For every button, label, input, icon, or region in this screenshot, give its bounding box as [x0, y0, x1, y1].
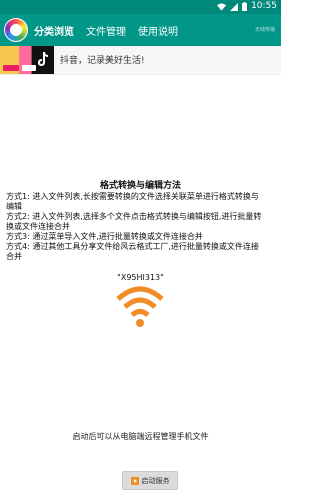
instruction-line: 方式3: 通过菜单导入文件,进行批量转换或文件连接合并	[6, 232, 203, 241]
status-icons	[217, 2, 247, 11]
battery-icon	[242, 2, 247, 11]
ad-badge-secondary	[22, 65, 36, 71]
wifi-icon	[217, 2, 226, 11]
ad-thumbnail[interactable]	[0, 46, 54, 74]
device-id-label: "X95HI313"	[117, 273, 164, 282]
signal-icon	[230, 2, 238, 11]
ad-banner[interactable]: 抖音，记录美好生活!	[0, 46, 281, 75]
instruction-line: 方式4: 通过其他工具分享文件给风云格式工厂,进行批量转换或文件连接	[6, 242, 259, 251]
instructions-title: 格式转换与编辑方法	[99, 181, 181, 191]
wifi-signal-icon	[116, 286, 164, 327]
tiktok-logo-icon	[38, 52, 48, 66]
tab-file-manager[interactable]: 文件管理	[86, 23, 126, 38]
ad-text[interactable]: 抖音，记录美好生活!	[60, 53, 145, 66]
ad-badge	[3, 65, 19, 71]
tab-bar: 分类浏览 文件管理 使用说明	[34, 14, 178, 46]
app-bar: 分类浏览 文件管理 使用说明 无线传输	[0, 14, 281, 46]
instruction-line: 编辑	[6, 202, 22, 211]
instruction-line: 合并	[6, 252, 22, 261]
instructions-list: 方式1: 进入文件列表,长按需要转换的文件选择关联菜单进行格式转换与 编辑 方式…	[6, 192, 276, 262]
status-bar: 10:55	[0, 0, 281, 14]
remote-management-hint: 启动后可以从电脑端远程管理手机文件	[72, 432, 209, 441]
start-service-button[interactable]: 启动服务	[122, 471, 178, 490]
app-bar-caption: 无线传输	[254, 27, 275, 33]
app-logo-icon[interactable]	[4, 18, 28, 42]
tab-category-browse[interactable]: 分类浏览	[34, 23, 74, 38]
tab-usage-guide[interactable]: 使用说明	[138, 23, 178, 38]
status-time: 10:55	[251, 1, 277, 11]
start-service-label: 启动服务	[141, 476, 170, 485]
play-icon	[130, 476, 139, 485]
instruction-line: 换或文件连接合并	[6, 222, 70, 231]
instruction-line: 方式2: 进入文件列表,选择多个文件点击格式转换与编辑按钮,进行批量转	[6, 212, 262, 221]
instruction-line: 方式1: 进入文件列表,长按需要转换的文件选择关联菜单进行格式转换与	[6, 192, 259, 201]
